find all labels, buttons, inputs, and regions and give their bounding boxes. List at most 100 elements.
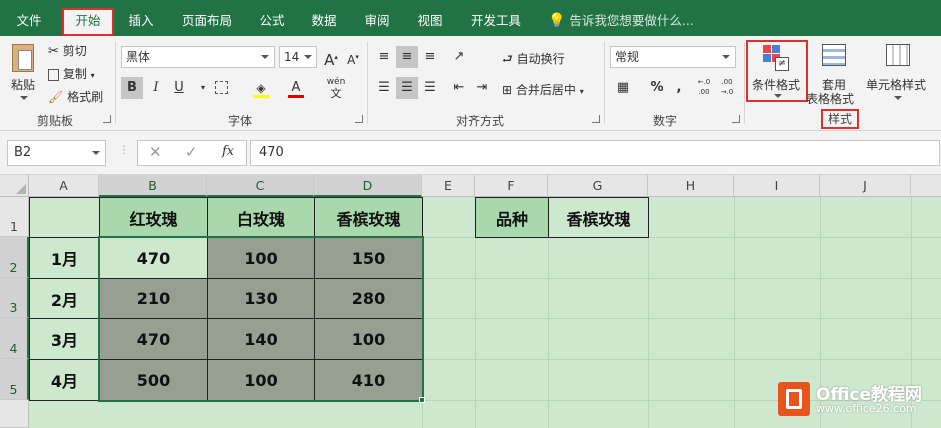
column-header-g[interactable]: G	[548, 175, 648, 197]
decrease-font-button[interactable]: A▾	[342, 46, 364, 68]
cell-d5[interactable]: 410	[314, 359, 423, 401]
underline-button[interactable]: U	[168, 77, 190, 99]
format-painter-button[interactable]: 🖌 格式刷	[48, 88, 103, 105]
cell-a2[interactable]: 1月	[29, 237, 100, 279]
insert-function-icon[interactable]: fx	[222, 144, 234, 159]
cell-a3[interactable]: 2月	[29, 278, 100, 319]
fill-color-button[interactable]: ◈	[250, 77, 272, 99]
fill-handle[interactable]	[419, 397, 425, 403]
number-launcher-icon[interactable]	[732, 115, 740, 123]
align-bottom-button[interactable]: ≡	[419, 46, 441, 68]
cell-f1[interactable]: 品种	[475, 197, 549, 238]
tab-data[interactable]: 数据	[302, 8, 346, 34]
font-color-button[interactable]: A	[285, 77, 307, 99]
group-label-font: 字体	[227, 114, 252, 128]
tab-home[interactable]: 开始	[62, 8, 114, 36]
format-as-table-button[interactable]: 套用 表格格式	[806, 40, 860, 106]
percent-button[interactable]: %	[646, 77, 668, 99]
cell-c2[interactable]: 100	[207, 237, 315, 279]
column-header-k[interactable]	[911, 175, 941, 197]
align-left-button[interactable]: ☰	[373, 77, 395, 99]
cell-c5[interactable]: 100	[207, 359, 315, 401]
cell-c3[interactable]: 130	[207, 278, 315, 319]
conditional-formatting-label: 条件格式	[752, 78, 801, 92]
cell-b1[interactable]: 红玫瑰	[99, 197, 208, 238]
copy-button[interactable]: 复制 ▾	[48, 65, 95, 82]
increase-decimal-button[interactable]: ←.0 .00	[694, 77, 714, 99]
conditional-formatting-button[interactable]: ≠ 条件格式	[746, 40, 808, 102]
align-middle-button[interactable]: ≡	[396, 46, 418, 68]
decrease-decimal-button[interactable]: .00 →.0	[717, 77, 737, 99]
tab-file[interactable]: 文件	[5, 8, 53, 34]
cancel-icon[interactable]: ✕	[149, 143, 162, 161]
decrease-indent-button[interactable]: ⇤	[448, 77, 470, 99]
increase-font-button[interactable]: A▴	[320, 46, 342, 69]
cell-c1[interactable]: 白玫瑰	[207, 197, 315, 238]
column-header-j[interactable]: J	[820, 175, 911, 197]
column-header-b[interactable]: B	[99, 175, 207, 197]
row-header-6[interactable]	[0, 400, 29, 428]
tab-review[interactable]: 审阅	[355, 8, 399, 34]
cell-b3[interactable]: 210	[99, 278, 208, 319]
align-center-button[interactable]: ☰	[396, 77, 418, 99]
currency-icon: ▦	[616, 80, 630, 95]
column-header-e[interactable]: E	[422, 175, 475, 197]
font-size-select[interactable]: 14	[279, 46, 317, 68]
column-header-f[interactable]: F	[475, 175, 548, 197]
phonetic-button[interactable]: wén 文	[325, 77, 347, 99]
chevron-down-icon	[774, 94, 782, 98]
align-right-button[interactable]: ☰	[419, 77, 441, 99]
tab-insert[interactable]: 插入	[118, 8, 164, 34]
row-header-2[interactable]: 2	[0, 237, 29, 278]
cell-b2[interactable]: 470	[99, 237, 208, 279]
cut-button[interactable]: ✂ 剪切	[48, 42, 87, 59]
borders-button[interactable]	[210, 77, 232, 99]
italic-button[interactable]: I	[145, 77, 167, 99]
cell-c4[interactable]: 140	[207, 318, 315, 360]
row-header-3[interactable]: 3	[0, 278, 29, 318]
column-header-c[interactable]: C	[207, 175, 314, 197]
cell-g1[interactable]: 香槟玫瑰	[548, 197, 649, 238]
row-header-5[interactable]: 5	[0, 359, 29, 400]
tell-me-box[interactable]: 💡 告诉我您想要做什么...	[548, 8, 694, 34]
row-header-4[interactable]: 4	[0, 318, 29, 359]
enter-icon[interactable]: ✓	[185, 143, 198, 161]
tab-page-layout[interactable]: 页面布局	[172, 8, 242, 34]
cell-d4[interactable]: 100	[314, 318, 423, 360]
orientation-button[interactable]: ↗	[448, 46, 470, 68]
cell-b4[interactable]: 470	[99, 318, 208, 360]
merge-center-button[interactable]: ⊞ 合并后居中 ▾	[502, 81, 584, 98]
column-header-d[interactable]: D	[314, 175, 422, 197]
font-launcher-icon[interactable]	[355, 115, 363, 123]
cell-a1[interactable]	[29, 197, 100, 238]
select-all-corner[interactable]	[0, 175, 29, 197]
cell-d1[interactable]: 香槟玫瑰	[314, 197, 423, 238]
column-header-a[interactable]: A	[29, 175, 99, 197]
cell-d2[interactable]: 150	[314, 237, 423, 279]
row-header-1[interactable]: 1	[0, 197, 29, 237]
paste-button[interactable]: 粘贴	[8, 42, 40, 104]
currency-button[interactable]: ▦	[612, 77, 634, 99]
font-family-select[interactable]: 黑体	[121, 46, 275, 68]
number-format-select[interactable]: 常规	[610, 46, 736, 68]
cell-a4[interactable]: 3月	[29, 318, 100, 360]
increase-indent-button[interactable]: ⇥	[471, 77, 493, 99]
comma-button[interactable]: ,	[668, 77, 690, 99]
align-top-button[interactable]: ≡	[373, 46, 395, 68]
alignment-launcher-icon[interactable]	[592, 115, 600, 123]
wrap-text-button[interactable]: ⮐ 自动换行	[502, 50, 565, 71]
cell-d3[interactable]: 280	[314, 278, 423, 319]
cell-a5[interactable]: 4月	[29, 359, 100, 401]
formula-input[interactable]: 470	[250, 140, 940, 166]
column-header-h[interactable]: H	[648, 175, 734, 197]
column-header-i[interactable]: I	[734, 175, 820, 197]
bold-button[interactable]: B	[121, 77, 143, 99]
cell-b5[interactable]: 500	[99, 359, 208, 401]
tab-developer[interactable]: 开发工具	[461, 8, 531, 34]
tab-view[interactable]: 视图	[408, 8, 452, 34]
clipboard-launcher-icon[interactable]	[103, 115, 111, 123]
tab-formulas[interactable]: 公式	[250, 8, 294, 34]
copy-icon	[48, 68, 59, 81]
cell-styles-button[interactable]: 单元格样式	[864, 40, 934, 102]
name-box[interactable]: B2	[7, 140, 106, 166]
